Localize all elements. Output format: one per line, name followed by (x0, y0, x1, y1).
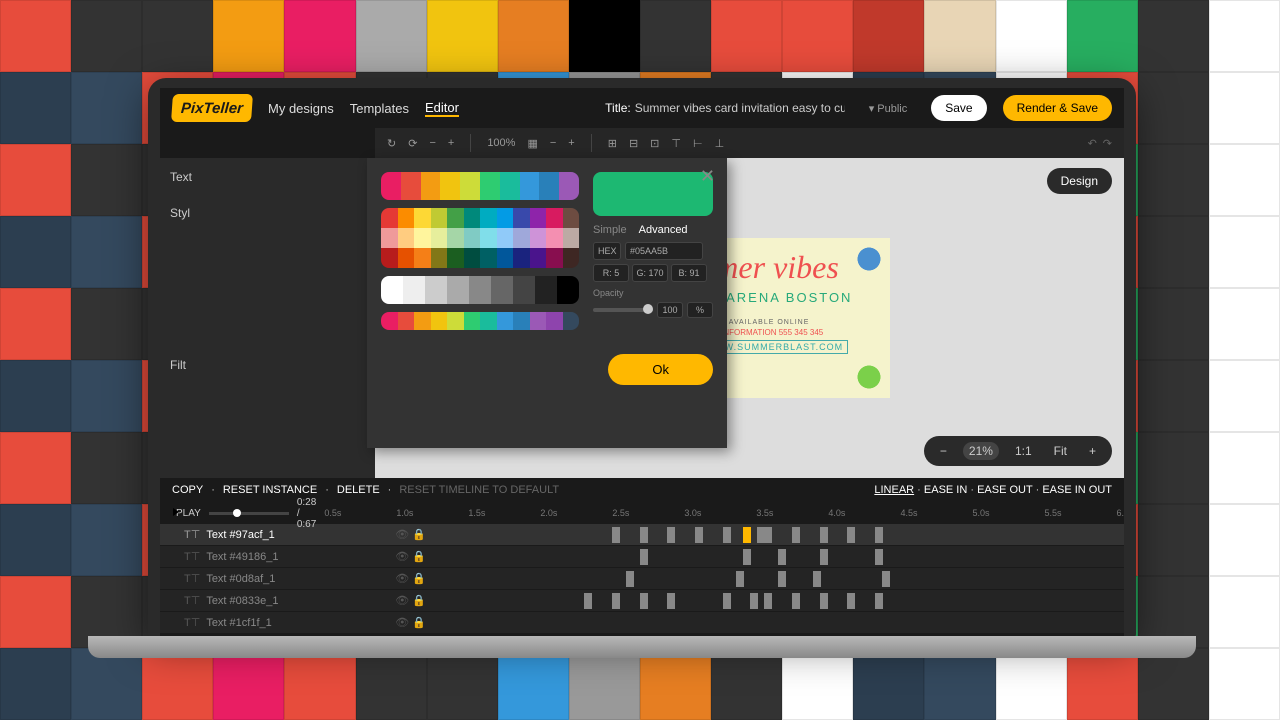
zoom-percent[interactable]: 21% (963, 442, 999, 460)
timeline-tracks: T⊤ Text #97acf_1👁 🔒T⊤ Text #49186_1👁 🔒T⊤… (160, 524, 1124, 634)
reset-default-action[interactable]: RESET TIMELINE TO DEFAULT (399, 484, 559, 496)
align-center-icon[interactable]: ⊟ (629, 137, 638, 150)
close-icon[interactable]: ✕ (700, 166, 715, 187)
undo-icon[interactable]: ↶ (1088, 137, 1097, 150)
zoom-controls: − 21% 1:1 Fit + (924, 436, 1112, 466)
track-row[interactable]: T⊤ Text #49186_1👁 🔒 (160, 546, 1124, 568)
laptop-frame: PixTeller My designs Templates Editor Ti… (148, 78, 1136, 638)
b-cell[interactable]: B: 91 (671, 264, 707, 282)
tab-simple[interactable]: Simple (593, 224, 627, 236)
align-middle-icon[interactable]: ⊢ (693, 137, 703, 150)
plus-icon[interactable]: + (448, 137, 454, 149)
zoom-minus[interactable]: − (934, 442, 953, 460)
visibility-dropdown[interactable]: ▾ Public (869, 102, 908, 115)
ease-in[interactable]: EASE IN (924, 484, 967, 496)
top-bar: PixTeller My designs Templates Editor Ti… (160, 88, 1124, 128)
zoom-plus[interactable]: + (1083, 442, 1102, 460)
time-marks: 0.5s1.0s1.5s2.0s2.5s3.0s3.5s4.0s4.5s5.0s… (324, 508, 1124, 518)
nav-templates[interactable]: Templates (350, 101, 409, 116)
ok-button[interactable]: Ok (608, 354, 713, 385)
title-field: Title: (605, 101, 845, 115)
align-bottom-icon[interactable]: ⊥ (715, 137, 725, 150)
color-preview (593, 172, 713, 216)
ease-in-out[interactable]: EASE IN OUT (1042, 484, 1112, 496)
align-top-icon[interactable]: ⊤ (671, 137, 681, 150)
opacity-value[interactable]: 100 (657, 302, 683, 318)
swatch-gradient-2[interactable] (381, 312, 579, 330)
hex-label: HEX (593, 242, 621, 260)
swatch-palette[interactable] (381, 208, 579, 268)
time-scrubber[interactable] (209, 512, 289, 515)
track-row[interactable]: T⊤ Text #0833e_1👁 🔒 (160, 590, 1124, 612)
grid-icon[interactable]: ▦ (527, 137, 537, 150)
rotate-icon[interactable]: ↻ (387, 137, 396, 150)
zoom-fit[interactable]: Fit (1048, 442, 1073, 460)
logo[interactable]: PixTeller (171, 94, 253, 122)
track-row[interactable]: T⊤ Text #1cf1f_1👁 🔒 (160, 612, 1124, 634)
canvas-toolbar: ↻ ⟳ − + 100% ▦ − + ⊞ ⊟ ⊡ ⊤ ⊢ ⊥ ↶ ↷ (375, 128, 1124, 158)
time-display: 0:28 / 0:67 (297, 497, 316, 530)
title-label: Title: (605, 101, 631, 115)
zoom-out-icon[interactable]: − (550, 137, 556, 149)
redo-icon[interactable]: ↷ (1103, 137, 1112, 150)
align-left-icon[interactable]: ⊞ (608, 137, 617, 150)
sidebar-filter[interactable]: Filt (170, 354, 365, 376)
zoom-1to1[interactable]: 1:1 (1009, 442, 1038, 460)
nav-editor[interactable]: Editor (425, 100, 459, 117)
left-sidebar: Text Styl Filt (160, 158, 375, 478)
sidebar-style[interactable]: Styl (170, 202, 365, 224)
save-button[interactable]: Save (931, 95, 986, 121)
sidebar-text[interactable]: Text (170, 166, 365, 188)
opacity-unit: % (687, 302, 713, 318)
minus-icon[interactable]: − (429, 137, 435, 149)
track-row[interactable]: T⊤ Text #0d8af_1👁 🔒 (160, 568, 1124, 590)
design-tab[interactable]: Design (1047, 168, 1112, 194)
play-label: PLAY (176, 508, 201, 519)
delete-action[interactable]: DELETE (337, 484, 380, 496)
align-right-icon[interactable]: ⊡ (650, 137, 659, 150)
play-bar: PLAY 0:28 / 0:67 0.5s1.0s1.5s2.0s2.5s3.0… (160, 502, 1124, 524)
ease-linear[interactable]: LINEAR (874, 484, 914, 496)
refresh-icon[interactable]: ⟳ (408, 137, 417, 150)
r-cell[interactable]: R: 5 (593, 264, 629, 282)
swatch-grayscale[interactable] (381, 276, 579, 304)
opacity-label: Opacity (593, 288, 713, 298)
nav-my-designs[interactable]: My designs (268, 101, 334, 116)
swatch-gradient-1[interactable] (381, 172, 579, 200)
title-input[interactable] (635, 101, 845, 115)
tab-advanced[interactable]: Advanced (639, 224, 688, 236)
hex-input[interactable] (625, 242, 703, 260)
copy-action[interactable]: COPY (172, 484, 203, 496)
ease-out[interactable]: EASE OUT (977, 484, 1032, 496)
color-picker-panel: ✕ Simple Advanced HEX R: 5 G: 170 B: 91 … (367, 158, 727, 448)
app-screen: PixTeller My designs Templates Editor Ti… (160, 88, 1124, 638)
opacity-slider[interactable] (593, 308, 653, 312)
g-cell[interactable]: G: 170 (632, 264, 668, 282)
zoom-in-icon[interactable]: + (568, 137, 574, 149)
zoom-value: 100% (487, 137, 515, 149)
track-row[interactable]: T⊤ Text #97acf_1👁 🔒 (160, 524, 1124, 546)
reset-instance-action[interactable]: RESET INSTANCE (223, 484, 317, 496)
render-save-button[interactable]: Render & Save (1003, 95, 1112, 121)
